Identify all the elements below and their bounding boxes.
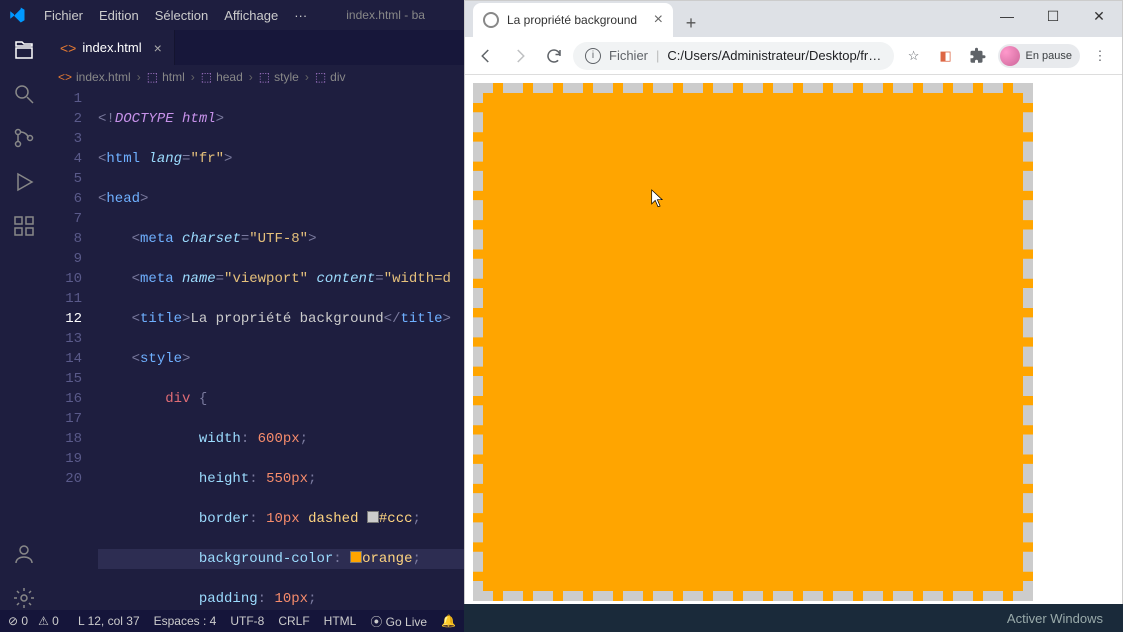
source-control-icon[interactable] (12, 126, 36, 150)
status-eol[interactable]: CRLF (278, 614, 309, 628)
settings-icon[interactable] (12, 586, 36, 610)
chrome-window: — ☐ ✕ La propriété background × + i Fich… (464, 0, 1123, 632)
menu-fichier[interactable]: Fichier (36, 4, 91, 27)
status-errors[interactable]: ⊘ 0 (8, 614, 28, 628)
windows-taskbar: Activer Windows (464, 604, 1123, 632)
bookmark-star-icon[interactable]: ☆ (902, 44, 926, 68)
tab-filename: index.html (82, 40, 141, 55)
activity-bar (0, 30, 48, 610)
minimize-button[interactable]: — (984, 1, 1030, 31)
editor-tab-index-html[interactable]: <> index.html × (48, 30, 175, 65)
vscode-logo-icon (8, 6, 26, 24)
status-indent[interactable]: Espaces : 4 (154, 614, 217, 628)
profile-button[interactable]: En pause (998, 44, 1080, 68)
status-golive[interactable]: ⦿ Go Live (370, 613, 427, 630)
symbol-icon: ⬚ (201, 70, 212, 84)
search-icon[interactable] (12, 82, 36, 106)
extension-icon[interactable]: ◧ (934, 44, 958, 68)
status-warnings[interactable]: ⚠ 0 (38, 614, 59, 628)
window-title: index.html - ba (315, 8, 456, 22)
html-file-icon: <> (60, 40, 76, 56)
symbol-icon: ⬚ (315, 70, 326, 84)
url-path: C:/Users/Administrateur/Desktop/fr_700/b… (667, 48, 881, 63)
mouse-cursor-icon (651, 189, 665, 209)
vscode-statusbar: ⊘ 0 ⚠ 0 L 12, col 37 Espaces : 4 UTF-8 C… (0, 610, 464, 632)
menu-icon[interactable]: ⋮ (1088, 44, 1112, 68)
chrome-toolbar: i Fichier | C:/Users/Administrateur/Desk… (465, 37, 1122, 75)
color-swatch-icon (367, 511, 379, 523)
avatar-icon (1000, 46, 1020, 66)
browser-tab[interactable]: La propriété background × (473, 3, 673, 37)
extensions-icon[interactable] (12, 214, 36, 238)
menu-overflow[interactable]: ··· (286, 4, 315, 27)
favicon-icon (483, 12, 499, 28)
new-tab-button[interactable]: + (677, 9, 705, 37)
menu-edition[interactable]: Edition (91, 4, 147, 27)
code-editor[interactable]: 1234 5678 91011 12 13141516 17181920 <!D… (48, 89, 464, 610)
code-content[interactable]: <!DOCTYPE html> <html lang="fr"> <head> … (98, 89, 464, 610)
window-controls: — ☐ ✕ (984, 1, 1122, 31)
symbol-icon: ⬚ (259, 70, 270, 84)
account-icon[interactable] (12, 542, 36, 566)
address-bar[interactable]: i Fichier | C:/Users/Administrateur/Desk… (573, 42, 894, 70)
browser-viewport (465, 75, 1122, 631)
url-scheme: Fichier (609, 48, 648, 63)
site-info-icon[interactable]: i (585, 48, 601, 64)
maximize-button[interactable]: ☐ (1030, 1, 1076, 31)
breadcrumb[interactable]: <> index.html › ⬚ html › ⬚ head › ⬚ styl… (48, 65, 464, 89)
rendered-div (473, 83, 1033, 601)
tab-title: La propriété background (507, 13, 646, 27)
reload-button[interactable] (539, 41, 569, 71)
close-icon[interactable]: × (154, 40, 162, 56)
editor-tabs: <> index.html × (48, 30, 464, 65)
close-icon[interactable]: × (654, 11, 663, 29)
extensions-puzzle-icon[interactable] (966, 44, 990, 68)
html-file-icon: <> (58, 70, 72, 84)
vscode-menubar: Fichier Edition Sélection Affichage ··· … (0, 0, 464, 30)
vscode-window: Fichier Edition Sélection Affichage ··· … (0, 0, 464, 632)
menu-selection[interactable]: Sélection (147, 4, 216, 27)
line-gutter: 1234 5678 91011 12 13141516 17181920 (48, 89, 98, 610)
editor-area: <> index.html × <> index.html › ⬚ html ›… (48, 30, 464, 610)
run-debug-icon[interactable] (12, 170, 36, 194)
status-encoding[interactable]: UTF-8 (230, 614, 264, 628)
explorer-icon[interactable] (12, 38, 36, 62)
profile-status: En pause (1026, 50, 1072, 62)
status-notifications-icon[interactable]: 🔔 (441, 614, 456, 628)
symbol-icon: ⬚ (147, 70, 158, 84)
activate-windows-text: Activer Windows (1007, 611, 1103, 626)
status-language[interactable]: HTML (324, 614, 357, 628)
menu-affichage[interactable]: Affichage (216, 4, 286, 27)
back-button[interactable] (471, 41, 501, 71)
color-swatch-icon (350, 551, 362, 563)
status-cursor-position[interactable]: L 12, col 37 (78, 614, 140, 628)
forward-button[interactable] (505, 41, 535, 71)
close-button[interactable]: ✕ (1076, 1, 1122, 31)
